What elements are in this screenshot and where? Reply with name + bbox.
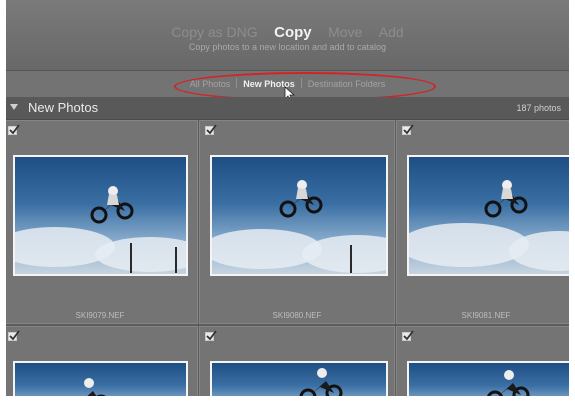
photo-filename: SKI9080.NEF — [272, 311, 322, 320]
photo-thumbnail[interactable] — [407, 361, 569, 396]
photo-filename: SKI9079.NEF — [75, 311, 125, 320]
new-photos-section-header[interactable]: New Photos 187 photos — [6, 97, 569, 120]
photo-cell[interactable] — [199, 326, 395, 396]
photo-thumbnail[interactable] — [407, 155, 569, 276]
photo-thumbnail[interactable] — [210, 155, 388, 276]
include-checkbox[interactable] — [402, 330, 414, 341]
motocross-rider-icon — [299, 368, 343, 396]
photo-cell[interactable] — [6, 326, 198, 396]
motocross-rider-icon — [279, 180, 323, 218]
photo-cell[interactable]: SKI9081.NEF — [396, 120, 569, 324]
include-checkbox[interactable] — [8, 124, 20, 135]
include-checkbox[interactable] — [8, 330, 20, 341]
motocross-rider-icon — [84, 378, 106, 396]
photo-thumbnail[interactable] — [210, 361, 388, 396]
photo-count: 187 photos — [516, 103, 561, 113]
mode-copy[interactable]: Copy — [274, 24, 312, 41]
photo-filename: SKI9081.NEF — [461, 311, 511, 320]
import-window: Copy as DNG Copy Move Add Copy photos to… — [6, 0, 569, 396]
photo-cell[interactable]: SKI9079.NEF — [6, 120, 198, 324]
photo-cell[interactable] — [396, 326, 569, 396]
disclosure-triangle-icon[interactable] — [10, 104, 18, 110]
mode-copy-as-dng[interactable]: Copy as DNG — [171, 24, 257, 40]
mode-description: Copy photos to a new location and add to… — [188, 42, 387, 52]
motocross-rider-icon — [487, 370, 530, 396]
mode-move[interactable]: Move — [328, 24, 362, 40]
include-checkbox[interactable] — [205, 124, 217, 135]
import-mode-bar: Copy as DNG Copy Move Add Copy photos to… — [6, 0, 569, 70]
photo-thumbnail[interactable] — [13, 155, 188, 276]
mode-add[interactable]: Add — [379, 24, 404, 40]
section-title: New Photos — [28, 100, 99, 115]
photo-thumbnail[interactable] — [13, 361, 188, 396]
motocross-rider-icon — [484, 180, 528, 218]
photo-cell[interactable]: SKI9080.NEF — [199, 120, 395, 324]
include-checkbox[interactable] — [205, 330, 217, 341]
include-checkbox[interactable] — [402, 124, 414, 135]
motocross-rider-icon — [90, 186, 134, 224]
filter-bar: All Photos New Photos Destination Folders — [6, 70, 569, 102]
import-mode-list: Copy as DNG Copy Move Add — [6, 24, 569, 42]
photo-grid: SKI9079.NEF SKI9080.NEF SKI9081.NEF — [6, 120, 569, 396]
